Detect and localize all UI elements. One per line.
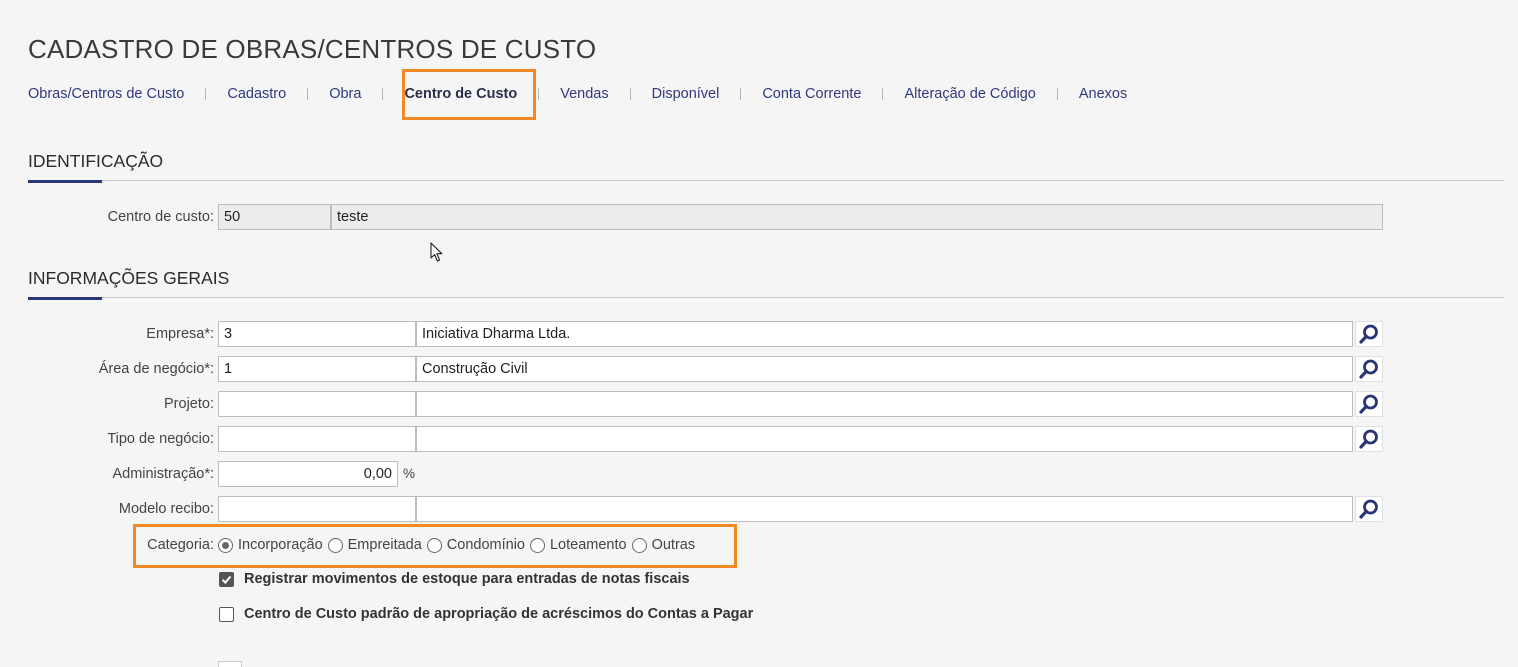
search-icon — [1359, 359, 1378, 379]
tipo-negocio-lookup-button[interactable] — [1355, 426, 1383, 452]
centro-custo-code-field — [218, 204, 331, 230]
centro-custo-padrao-checkbox[interactable] — [219, 606, 234, 622]
tab-separator — [307, 88, 309, 100]
checkmark-icon — [221, 575, 232, 584]
administracao-field[interactable] — [218, 461, 398, 487]
tipo-negocio-row: Tipo de negócio: — [0, 426, 1518, 452]
empresa-lookup-button[interactable] — [1355, 321, 1383, 347]
search-icon — [1359, 324, 1378, 344]
active-tab-highlight — [402, 69, 536, 120]
modelo-recibo-lookup-button[interactable] — [1355, 496, 1383, 522]
tab-obra[interactable]: Obra — [329, 86, 361, 102]
tab-separator — [205, 88, 207, 100]
tab-bar: Obras/Centros de Custo Cadastro Obra Cen… — [28, 84, 1127, 104]
tab-cadastro[interactable]: Cadastro — [227, 86, 286, 102]
centro-custo-padrao-row: Centro de Custo padrão de apropriação de… — [219, 606, 753, 622]
tab-separator — [882, 88, 884, 100]
projeto-row: Projeto: — [0, 391, 1518, 417]
tab-separator — [1056, 88, 1058, 100]
section-title-identificacao: IDENTIFICAÇÃO — [28, 151, 164, 171]
area-negocio-code-field[interactable] — [218, 356, 416, 382]
tipo-negocio-name-field[interactable] — [416, 426, 1353, 452]
centro-custo-padrao-label: Centro de Custo padrão de apropriação de… — [244, 606, 754, 622]
section-divider — [28, 180, 1504, 181]
tipo-negocio-label: Tipo de negócio: — [107, 431, 214, 447]
tab-disponivel[interactable]: Disponível — [652, 86, 720, 102]
area-negocio-row: Área de negócio*: — [0, 356, 1518, 382]
modelo-recibo-label: Modelo recibo: — [118, 501, 214, 517]
tab-separator — [629, 88, 631, 100]
section-divider — [28, 297, 1504, 298]
tipo-negocio-code-field[interactable] — [218, 426, 416, 452]
search-icon — [1359, 394, 1378, 414]
projeto-lookup-button[interactable] — [1355, 391, 1383, 417]
tab-vendas[interactable]: Vendas — [560, 86, 608, 102]
tab-separator — [382, 88, 384, 100]
projeto-name-field[interactable] — [416, 391, 1353, 417]
centro-custo-name-field — [331, 204, 1383, 230]
empresa-label: Empresa*: — [146, 326, 214, 342]
tab-separator — [538, 88, 540, 100]
section-divider-accent — [28, 297, 102, 300]
empresa-name-field[interactable] — [416, 321, 1353, 347]
modelo-recibo-row: Modelo recibo: — [0, 496, 1518, 522]
centro-custo-row: Centro de custo: — [0, 204, 1518, 230]
administracao-label: Administração*: — [112, 466, 214, 482]
tab-conta-corrente[interactable]: Conta Corrente — [762, 86, 861, 102]
administracao-row: Administração*: % — [0, 461, 1518, 487]
page-title: CADASTRO DE OBRAS/CENTROS DE CUSTO — [28, 34, 597, 64]
area-negocio-name-field[interactable] — [416, 356, 1353, 382]
section-title-informacoes-gerais: INFORMAÇÕES GERAIS — [28, 268, 230, 288]
area-negocio-lookup-button[interactable] — [1355, 356, 1383, 382]
modelo-recibo-code-field[interactable] — [218, 496, 416, 522]
area-negocio-label: Área de negócio*: — [98, 361, 214, 377]
tab-separator — [740, 88, 742, 100]
tab-obras-centros-de-custo[interactable]: Obras/Centros de Custo — [28, 86, 184, 102]
percent-unit: % — [403, 466, 416, 481]
mouse-pointer-icon — [430, 242, 443, 262]
empresa-row: Empresa*: — [0, 321, 1518, 347]
registrar-movimentos-checkbox[interactable] — [219, 571, 234, 587]
categoria-highlight — [133, 524, 737, 568]
centro-custo-label: Centro de custo: — [107, 209, 214, 225]
section-divider-accent — [28, 180, 102, 183]
registrar-movimentos-label: Registrar movimentos de estoque para ent… — [244, 571, 690, 587]
projeto-code-field[interactable] — [218, 391, 416, 417]
tab-anexos[interactable]: Anexos — [1079, 86, 1127, 102]
registrar-movimentos-row: Registrar movimentos de estoque para ent… — [219, 571, 690, 587]
empresa-code-field[interactable] — [218, 321, 416, 347]
modelo-recibo-name-field[interactable] — [416, 496, 1353, 522]
search-icon — [1359, 429, 1378, 449]
tab-alteracao-de-codigo[interactable]: Alteração de Código — [904, 86, 1035, 102]
projeto-label: Projeto: — [164, 396, 214, 412]
partial-field — [218, 661, 242, 667]
search-icon — [1359, 499, 1378, 519]
